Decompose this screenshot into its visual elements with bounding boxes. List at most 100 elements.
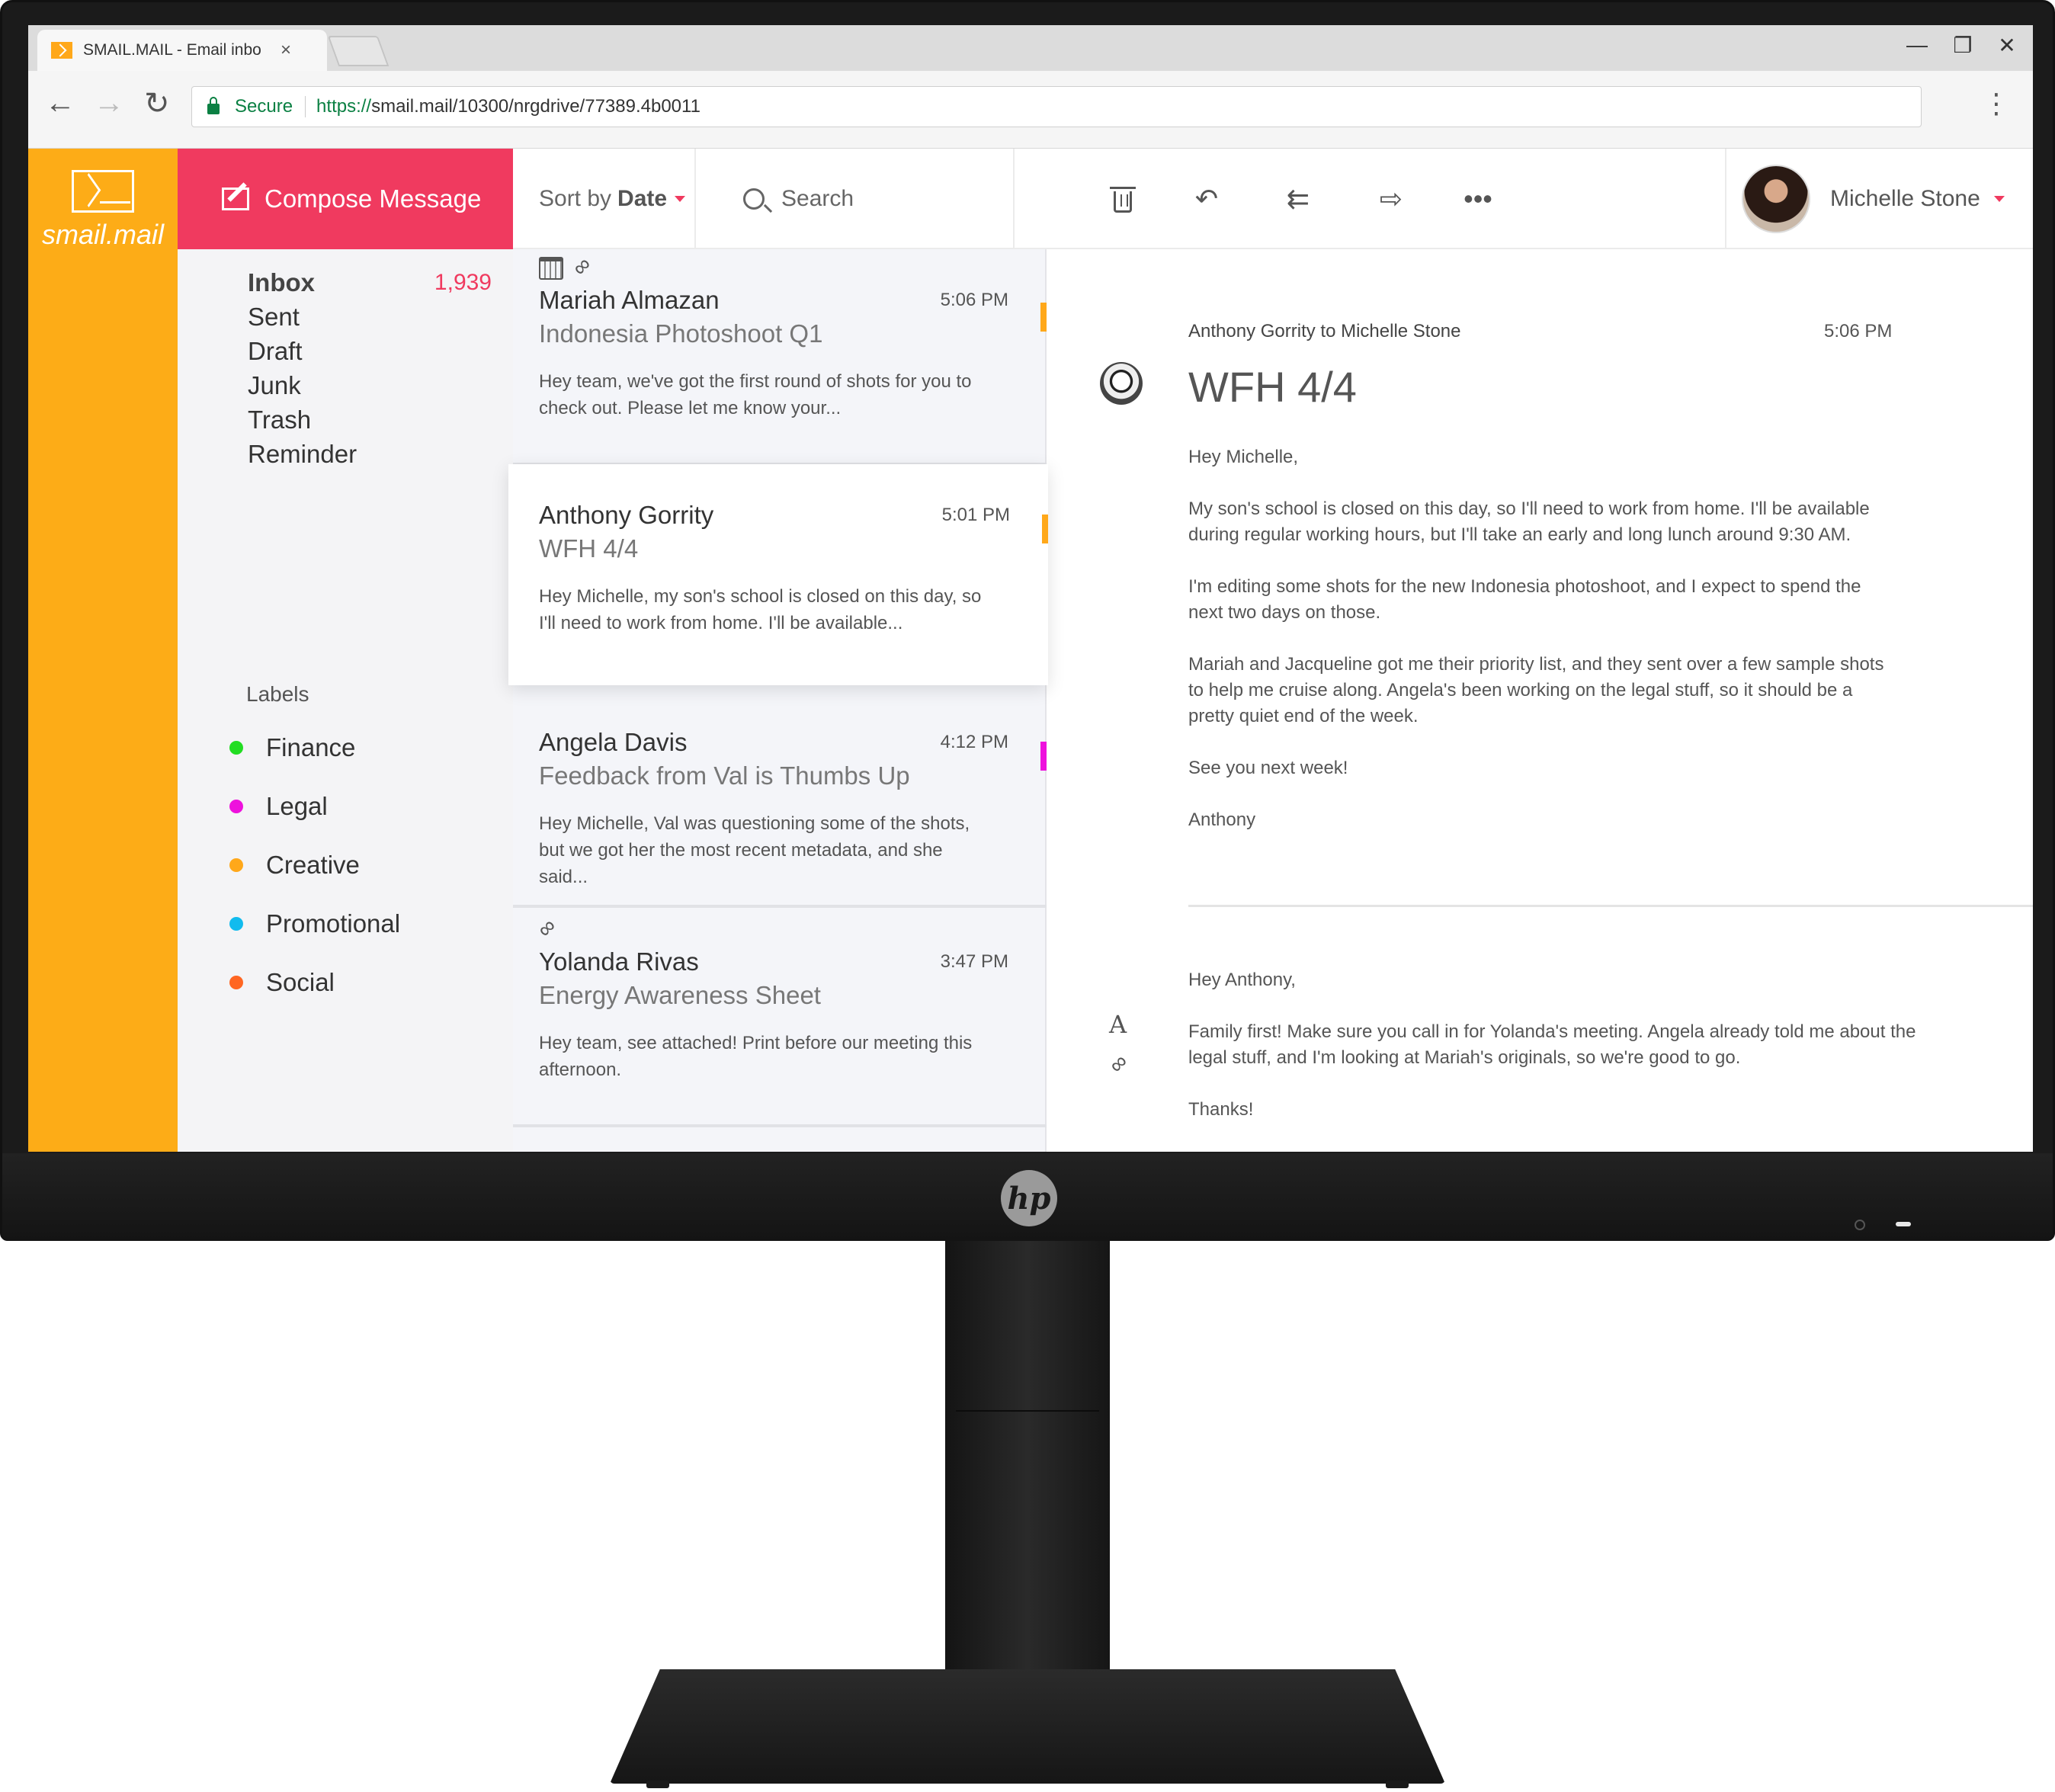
email-paragraph: I'm editing some shots for the new Indon… <box>1188 576 1861 623</box>
message-icons <box>539 464 1022 495</box>
attach-icon[interactable]: ∞ <box>1104 1049 1133 1079</box>
message-subject: WFH 4/4 <box>539 534 639 563</box>
back-icon[interactable]: ← <box>45 86 75 120</box>
folder-reminder[interactable]: Reminder <box>248 431 492 477</box>
message-icons: ∞ <box>532 911 1021 942</box>
hp-logo: hp <box>1001 1170 1057 1226</box>
message-subject: Feedback from Val is Thumbs Up <box>539 761 910 790</box>
brand-name: smail.mail <box>41 219 164 250</box>
message-icons: ∞ <box>539 249 1021 281</box>
message-time: 3:47 PM <box>940 951 1008 972</box>
lock-icon <box>207 97 220 114</box>
monitor: hp SMAIL.MAIL - Email inbo × — ❐ ✕ ← → ↻… <box>0 0 2055 1241</box>
sort-value: Date <box>617 186 668 211</box>
browser-toolbar: ← → ↻ Secure https:// smail.mail/10300/n… <box>28 71 2033 149</box>
label-name: Social <box>266 968 335 996</box>
reply-button[interactable]: ↶ <box>1184 176 1229 222</box>
email-body: Hey Michelle, My son's school is closed … <box>1188 444 1897 859</box>
folder-label: Inbox <box>248 268 315 297</box>
compose-button[interactable]: Compose Message <box>178 149 513 249</box>
message-preview: Hey Michelle, Val was questioning some o… <box>539 813 970 887</box>
label-creative[interactable]: Creative <box>223 842 360 888</box>
tab-close-icon[interactable]: × <box>281 40 291 61</box>
message-subject: Energy Awareness Sheet <box>539 981 821 1009</box>
message-time: 5:06 PM <box>940 290 1008 310</box>
url-path: smail.mail/10300/nrgdrive/77389.4b0011 <box>371 96 700 117</box>
delete-button[interactable] <box>1100 176 1146 222</box>
message-preview: Hey Michelle, my son's school is closed … <box>539 586 982 633</box>
label-color-dot <box>229 741 243 755</box>
power-led <box>1896 1222 1911 1226</box>
reply-all-button[interactable]: ⇇ <box>1275 176 1321 222</box>
tab-title: SMAIL.MAIL - Email inbo <box>83 41 261 59</box>
new-tab-button[interactable] <box>327 36 390 66</box>
folder-label: Reminder <box>248 440 357 468</box>
email-paragraph: See you next week! <box>1188 758 1348 778</box>
favicon-icon <box>51 42 72 59</box>
message-sender: Angela Davis <box>539 728 688 756</box>
forward-button[interactable]: ⇨ <box>1368 176 1414 222</box>
close-window-icon[interactable]: ✕ <box>1992 33 2022 58</box>
reply-editor[interactable]: Hey Anthony, Family first! Make sure you… <box>1188 967 1935 1149</box>
folder-label: Sent <box>248 303 300 331</box>
reply-icon: ↶ <box>1194 183 1219 214</box>
mail-app: smail.mail Compose Message Inbox 1,939 S… <box>28 149 2033 1152</box>
more-button[interactable]: ••• <box>1455 176 1501 222</box>
folder-label: Draft <box>248 337 303 365</box>
labels-heading: Labels <box>246 682 309 706</box>
message-preview: Hey team, see attached! Print before our… <box>539 1033 973 1080</box>
secure-label: Secure <box>235 96 293 117</box>
message-item[interactable]: Angela Davis 4:12 PM Feedback from Val i… <box>513 691 1047 908</box>
mail-logo-icon <box>72 170 134 213</box>
url-bar[interactable]: Secure https:// smail.mail/10300/nrgdriv… <box>191 86 1922 127</box>
browser-tab[interactable]: SMAIL.MAIL - Email inbo × <box>37 30 327 71</box>
message-item[interactable]: ∞ Mariah Almazan 5:06 PM Indonesia Photo… <box>513 249 1047 466</box>
restore-icon[interactable]: ❐ <box>1948 33 1978 58</box>
message-item-selected[interactable]: Anthony Gorrity 5:01 PM WFH 4/4 Hey Mich… <box>508 464 1048 685</box>
more-icon: ••• <box>1464 183 1492 214</box>
minimize-icon[interactable]: — <box>1902 33 1932 57</box>
compose-icon <box>222 188 249 210</box>
monitor-stand-seam <box>956 1410 1099 1412</box>
message-time: 5:01 PM <box>941 505 1010 525</box>
priority-flag <box>1040 742 1047 771</box>
message-item[interactable]: ∞ Yolanda Rivas 3:47 PM Energy Awareness… <box>513 911 1047 1127</box>
forward-nav-icon[interactable]: → <box>94 86 124 120</box>
sender-avatar <box>1100 362 1143 405</box>
text-format-icon[interactable]: A <box>1109 1010 1127 1039</box>
screen: SMAIL.MAIL - Email inbo × — ❐ ✕ ← → ↻ Se… <box>28 25 2033 1152</box>
folder-label: Trash <box>248 406 312 434</box>
avatar <box>1742 165 1810 233</box>
message-sender: Yolanda Rivas <box>539 947 699 976</box>
label-legal[interactable]: Legal <box>223 784 328 829</box>
priority-flag <box>1042 515 1048 543</box>
reload-icon[interactable]: ↻ <box>144 86 170 121</box>
label-finance[interactable]: Finance <box>223 725 355 771</box>
message-sender: Anthony Gorrity <box>539 501 714 529</box>
trash-icon <box>1110 187 1136 213</box>
email-paragraph: My son's school is closed on this day, s… <box>1188 498 1870 545</box>
label-promotional[interactable]: Promotional <box>223 901 400 947</box>
message-subject: Indonesia Photoshoot Q1 <box>539 319 823 348</box>
label-social[interactable]: Social <box>223 960 335 1005</box>
brand-column: smail.mail <box>28 149 178 1152</box>
reply-paragraph: Family first! Make sure you call in for … <box>1188 1021 1916 1068</box>
email-paragraph: Mariah and Jacqueline got me their prior… <box>1188 654 1884 726</box>
label-name: Promotional <box>266 909 401 938</box>
message-list: ∞ Mariah Almazan 5:06 PM Indonesia Photo… <box>508 249 1048 1152</box>
unread-count-badge: 1,939 <box>434 270 492 295</box>
forward-icon: ⇨ <box>1379 183 1403 214</box>
monitor-stand-base <box>610 1669 1445 1784</box>
power-button[interactable] <box>1855 1220 1865 1230</box>
user-menu[interactable]: Michelle Stone <box>1725 149 2033 249</box>
search-input[interactable]: Search <box>697 149 1015 249</box>
link-icon: ∞ <box>532 913 562 943</box>
search-placeholder: Search <box>781 186 854 211</box>
browser-menu-icon[interactable]: ⋮ <box>1983 88 2010 120</box>
label-name: Creative <box>266 851 360 879</box>
label-color-dot <box>229 976 243 989</box>
sort-dropdown[interactable]: Sort by Date <box>513 149 696 249</box>
search-icon <box>743 188 765 210</box>
email-paragraph: Hey Michelle, <box>1188 447 1299 467</box>
label-color-dot <box>229 858 243 872</box>
